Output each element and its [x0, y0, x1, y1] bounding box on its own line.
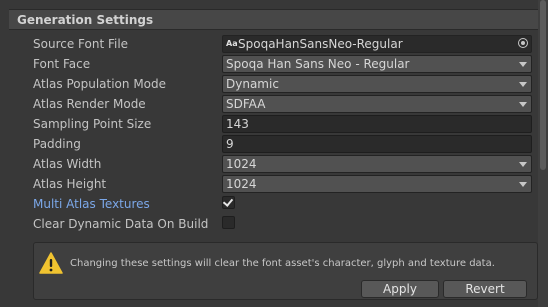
section-header[interactable]: Generation Settings	[9, 9, 538, 30]
vertical-scrollbar[interactable]	[538, 0, 548, 307]
font-face-value: Spoqa Han Sans Neo - Regular	[226, 57, 410, 71]
atlas-render-mode-label: Atlas Render Mode	[33, 97, 146, 111]
atlas-height-dropdown[interactable]: 1024	[222, 175, 532, 193]
source-font-file-field[interactable]: Aa SpoqaHanSansNeo-Regular	[222, 35, 532, 53]
atlas-height-value: 1024	[226, 177, 257, 191]
object-picker-icon[interactable]	[518, 38, 528, 48]
atlas-width-dropdown[interactable]: 1024	[222, 155, 532, 173]
sampling-point-size-row: Sampling Point Size 143	[0, 114, 548, 134]
chevron-down-icon	[519, 182, 527, 187]
multi-atlas-textures-row: Multi Atlas Textures	[0, 194, 548, 214]
section-title: Generation Settings	[17, 13, 154, 27]
revert-button[interactable]: Revert	[443, 280, 527, 298]
multi-atlas-textures-label: Multi Atlas Textures	[33, 197, 150, 211]
atlas-width-row: Atlas Width 1024	[0, 154, 548, 174]
atlas-population-mode-row: Atlas Population Mode Dynamic	[0, 74, 548, 94]
font-asset-icon: Aa	[226, 39, 238, 48]
clear-dynamic-data-row: Clear Dynamic Data On Build	[0, 214, 548, 234]
warning-text: Changing these settings will clear the f…	[70, 258, 495, 269]
sampling-point-size-label: Sampling Point Size	[33, 117, 152, 131]
atlas-population-mode-label: Atlas Population Mode	[33, 77, 167, 91]
chevron-down-icon	[519, 162, 527, 167]
sampling-point-size-value: 143	[226, 117, 249, 131]
source-font-file-label: Source Font File	[33, 37, 129, 51]
scrollbar-thumb[interactable]	[540, 0, 546, 170]
clear-dynamic-data-label: Clear Dynamic Data On Build	[33, 217, 209, 231]
atlas-height-label: Atlas Height	[33, 177, 107, 191]
padding-label: Padding	[33, 137, 81, 151]
atlas-width-label: Atlas Width	[33, 157, 102, 171]
atlas-population-mode-dropdown[interactable]: Dynamic	[222, 75, 532, 93]
font-face-dropdown[interactable]: Spoqa Han Sans Neo - Regular	[222, 55, 532, 73]
apply-button[interactable]: Apply	[361, 280, 439, 298]
multi-atlas-textures-checkbox[interactable]	[222, 196, 235, 209]
padding-input[interactable]: 9	[222, 135, 532, 153]
font-face-row: Font Face Spoqa Han Sans Neo - Regular	[0, 54, 548, 74]
inspector-panel: Generation Settings Source Font File Aa …	[0, 0, 548, 307]
atlas-render-mode-value: SDFAA	[226, 97, 266, 111]
padding-value: 9	[226, 137, 234, 151]
checkmark-icon	[222, 196, 234, 207]
atlas-render-mode-row: Atlas Render Mode SDFAA	[0, 94, 548, 114]
chevron-down-icon	[519, 62, 527, 67]
warning-icon	[39, 252, 63, 274]
chevron-down-icon	[519, 82, 527, 87]
atlas-render-mode-dropdown[interactable]: SDFAA	[222, 95, 532, 113]
sampling-point-size-input[interactable]: 143	[222, 115, 532, 133]
font-face-label: Font Face	[33, 57, 91, 71]
atlas-width-value: 1024	[226, 157, 257, 171]
atlas-height-row: Atlas Height 1024	[0, 174, 548, 194]
chevron-down-icon	[519, 102, 527, 107]
atlas-population-mode-value: Dynamic	[226, 77, 279, 91]
source-font-file-value: SpoqaHanSansNeo-Regular	[238, 37, 403, 51]
source-font-file-row: Source Font File Aa SpoqaHanSansNeo-Regu…	[0, 34, 548, 54]
clear-dynamic-data-checkbox[interactable]	[222, 216, 235, 229]
padding-row: Padding 9	[0, 134, 548, 154]
warning-help-box: Changing these settings will clear the f…	[33, 242, 538, 300]
